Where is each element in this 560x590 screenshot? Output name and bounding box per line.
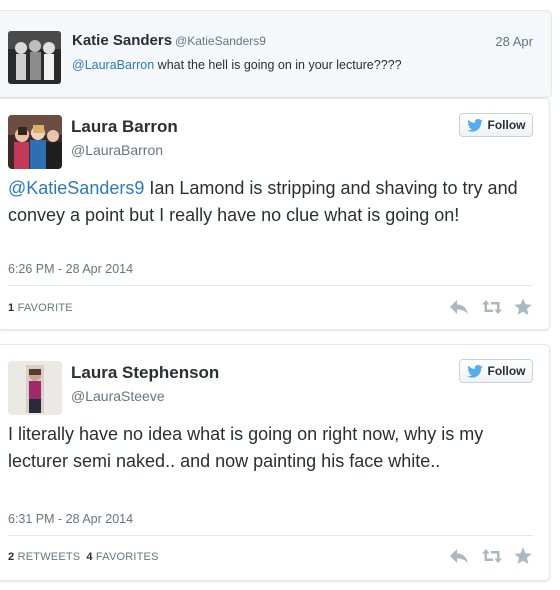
tweet-date[interactable]: 28 Apr (495, 34, 533, 49)
retweets-count: 2 (8, 551, 15, 563)
star-icon[interactable] (513, 298, 533, 316)
tweet-card: Laura Stephenson @LauraSteeve Follow I l… (0, 344, 550, 581)
author-name[interactable]: Laura Barron (71, 117, 178, 137)
tweet-body: what the hell is going on in your lectur… (154, 58, 402, 72)
retweets-stat[interactable]: 2 RETWEETS (8, 551, 86, 563)
avatar[interactable] (8, 115, 62, 169)
tweet-timestamp[interactable]: 6:31 PM - 28 Apr 2014 (8, 512, 133, 526)
follow-label: Follow (487, 364, 526, 378)
twitter-bird-icon (466, 118, 483, 132)
author-line: Katie Sanders @KatieSanders9 (72, 32, 266, 49)
favorites-count: 1 (8, 302, 15, 314)
twitter-bird-icon (466, 364, 483, 378)
retweets-label: RETWEETS (17, 551, 81, 563)
mention-link[interactable]: @LauraBarron (72, 58, 154, 72)
divider (8, 535, 533, 536)
author-handle[interactable]: @LauraBarron (71, 142, 163, 158)
tweet-stats: 2 RETWEETS 4 FAVORITES (8, 551, 165, 563)
twitter-conversation-screenshot: Katie Sanders @KatieSanders9 28 Apr @Laur… (0, 0, 560, 590)
tweet-timestamp[interactable]: 6:26 PM - 28 Apr 2014 (8, 262, 133, 276)
reply-context-tweet[interactable]: Katie Sanders @KatieSanders9 28 Apr @Laur… (0, 10, 552, 98)
author-name[interactable]: Katie Sanders (72, 32, 172, 49)
avatar[interactable] (8, 31, 61, 84)
reply-icon[interactable] (449, 547, 469, 565)
favorites-label: FAVORITE (17, 302, 73, 314)
author-name[interactable]: Laura Stephenson (71, 363, 219, 383)
tweet-actions (449, 547, 533, 565)
retweet-icon[interactable] (481, 298, 502, 316)
tweet-actions (449, 298, 533, 316)
favorites-stat[interactable]: 1 FAVORITE (8, 302, 79, 314)
author-handle[interactable]: @LauraSteeve (71, 388, 165, 404)
tweet-card: Laura Barron @LauraBarron Follow @KatieS… (0, 98, 550, 330)
tweet-text: I literally have no idea what is going o… (8, 424, 484, 471)
tweet-text: @LauraBarron what the hell is going on i… (72, 58, 402, 72)
author-handle[interactable]: @KatieSanders9 (175, 34, 266, 48)
tweet-stats: 1 FAVORITE (8, 302, 79, 314)
favorites-label: FAVORITES (95, 551, 159, 563)
follow-label: Follow (487, 118, 526, 132)
mention-link[interactable]: @KatieSanders9 (8, 178, 144, 198)
follow-button[interactable]: Follow (459, 359, 533, 383)
favorites-stat[interactable]: 4 FAVORITES (86, 551, 164, 563)
star-icon[interactable] (513, 547, 533, 565)
divider (8, 285, 533, 286)
reply-icon[interactable] (449, 298, 469, 316)
follow-button[interactable]: Follow (459, 113, 533, 137)
tweet-text: @KatieSanders9 Ian Lamond is stripping a… (8, 175, 533, 229)
favorites-count: 4 (86, 551, 93, 563)
avatar[interactable] (8, 361, 62, 415)
retweet-icon[interactable] (481, 547, 502, 565)
